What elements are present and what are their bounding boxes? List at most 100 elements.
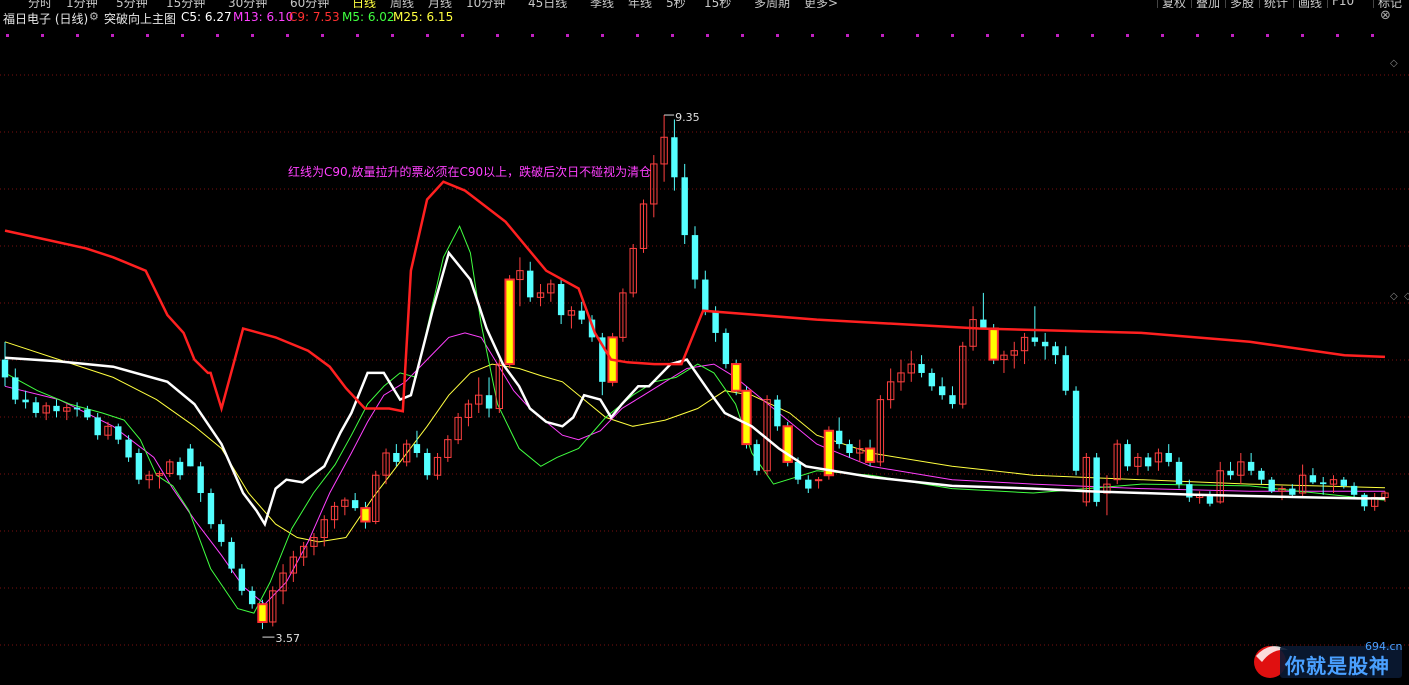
toolbar-button-5[interactable]: F10 bbox=[1327, 0, 1358, 8]
period-tab-2[interactable]: 5分钟 bbox=[116, 0, 148, 8]
indicator-name[interactable]: 突破向上主图 bbox=[104, 10, 176, 27]
top-marker bbox=[811, 34, 814, 37]
candle-body bbox=[115, 426, 122, 440]
top-marker bbox=[251, 34, 254, 37]
low-price-label: 3.57 bbox=[275, 632, 300, 645]
period-tab-3[interactable]: 15分钟 bbox=[166, 0, 205, 8]
scroll-diamond-icon[interactable]: ◇ bbox=[1404, 291, 1409, 302]
candle-body bbox=[712, 310, 719, 333]
indicator-info-bar: 福日电子 (日线) ⚙ 突破向上主图 C5: 6.27 M13: 6.10 C9… bbox=[0, 10, 1409, 28]
top-marker bbox=[1301, 34, 1304, 37]
candle-body bbox=[774, 399, 781, 427]
close-icon[interactable]: ⊗ bbox=[1380, 8, 1391, 23]
top-marker bbox=[356, 34, 359, 37]
candle-body bbox=[176, 461, 184, 476]
breakout-signal-bar bbox=[741, 389, 752, 446]
period-tab-8[interactable]: 月线 bbox=[428, 0, 452, 8]
period-tab-5[interactable]: 60分钟 bbox=[290, 0, 329, 8]
period-tab-9[interactable]: 10分钟 bbox=[466, 0, 505, 8]
scroll-diamond-icon[interactable]: ◇ bbox=[1390, 58, 1398, 69]
top-marker bbox=[566, 34, 569, 37]
candle-body bbox=[794, 461, 802, 480]
breakout-signal-bar bbox=[360, 507, 371, 523]
top-marker bbox=[286, 34, 289, 37]
toolbar-button-6[interactable]: 标记 bbox=[1373, 0, 1406, 8]
candle-body bbox=[671, 137, 678, 178]
top-marker bbox=[181, 34, 184, 37]
breakout-signal-bar bbox=[731, 363, 742, 392]
candle-body bbox=[94, 417, 101, 436]
top-marker bbox=[391, 34, 394, 37]
breakout-signal-bar bbox=[257, 603, 268, 623]
top-marker bbox=[846, 34, 849, 37]
logo-text: 你就是股神 bbox=[1285, 654, 1390, 678]
candle-body bbox=[73, 407, 81, 410]
candle-body bbox=[1227, 470, 1234, 476]
period-tab-12[interactable]: 年线 bbox=[628, 0, 652, 8]
breakout-signal-bar bbox=[988, 327, 999, 361]
candle-body bbox=[197, 466, 204, 494]
top-marker bbox=[1091, 34, 1094, 37]
toolbar-button-0[interactable]: 复权 bbox=[1157, 0, 1190, 8]
top-marker bbox=[1231, 34, 1234, 37]
candle-body bbox=[918, 364, 925, 373]
candle-body bbox=[1052, 346, 1059, 356]
candle-body bbox=[1072, 390, 1080, 471]
logo-domain: 694.cn bbox=[1365, 640, 1403, 653]
stock-name[interactable]: 福日电子 (日线) bbox=[3, 10, 88, 27]
top-marker bbox=[1161, 34, 1164, 37]
chart-annotation: 红线为C90,放量拉升的票必须在C90以上，跌破后次日不碰视为清仓 bbox=[288, 165, 652, 179]
candle-body bbox=[135, 452, 143, 480]
top-marker bbox=[741, 34, 744, 37]
top-marker bbox=[216, 34, 219, 37]
candle-body bbox=[1165, 452, 1172, 462]
candle-body bbox=[22, 399, 29, 403]
candle-body bbox=[125, 439, 132, 458]
candle-body bbox=[413, 444, 421, 453]
period-tab-7[interactable]: 周线 bbox=[390, 0, 414, 8]
period-tab-16[interactable]: 更多> bbox=[804, 0, 838, 8]
period-tab-4[interactable]: 30分钟 bbox=[228, 0, 267, 8]
c90-line bbox=[4, 180, 1386, 414]
candle-body bbox=[1175, 461, 1183, 485]
top-marker bbox=[916, 34, 919, 37]
scroll-diamond-icon[interactable]: ◇ bbox=[1390, 291, 1398, 302]
candle-body bbox=[53, 405, 60, 412]
top-marker bbox=[461, 34, 464, 37]
top-marker bbox=[1056, 34, 1059, 37]
top-marker bbox=[6, 34, 9, 37]
top-marker bbox=[601, 34, 604, 37]
period-tab-15[interactable]: 多周期 bbox=[754, 0, 790, 8]
candle-body bbox=[218, 524, 225, 542]
high-price-label: 9.35 bbox=[675, 111, 700, 124]
period-tab-10[interactable]: 45日线 bbox=[528, 0, 567, 8]
candle-body bbox=[980, 319, 987, 329]
toolbar-button-3[interactable]: 统计 bbox=[1259, 0, 1292, 8]
candle-body bbox=[722, 332, 730, 365]
toolbar-button-2[interactable]: 多股 bbox=[1225, 0, 1258, 8]
candle-body bbox=[1041, 341, 1049, 347]
period-tab-0[interactable]: 分时 bbox=[28, 0, 52, 8]
period-tab-13[interactable]: 5秒 bbox=[666, 0, 686, 8]
top-marker bbox=[41, 34, 44, 37]
candle-body bbox=[691, 235, 699, 280]
period-tab-6[interactable]: 日线 bbox=[352, 0, 376, 8]
top-marker bbox=[321, 34, 324, 37]
top-marker bbox=[1371, 34, 1374, 37]
top-marker bbox=[1196, 34, 1199, 37]
candle-body bbox=[1093, 457, 1100, 502]
toolbar-button-4[interactable]: 画线 bbox=[1293, 0, 1326, 8]
top-marker bbox=[146, 34, 149, 37]
candlestick-chart[interactable]: 9.35 3.57 ◇ ◇ ◇ bbox=[0, 28, 1409, 685]
period-tab-11[interactable]: 季线 bbox=[590, 0, 614, 8]
candle-body bbox=[248, 590, 256, 605]
top-marker bbox=[706, 34, 709, 37]
toolbar-button-1[interactable]: 叠加 bbox=[1191, 0, 1224, 8]
candle-body bbox=[228, 541, 235, 569]
period-tab-1[interactable]: 1分钟 bbox=[66, 0, 98, 8]
candle-body bbox=[578, 310, 585, 320]
period-toolbar: 分时 1分钟 5分钟 15分钟 30分钟 60分钟 日线 周线 月线 10分钟 45日线 季线 年线 5秒… bbox=[0, 0, 1409, 8]
settings-gear-icon[interactable]: ⚙ bbox=[89, 10, 99, 23]
period-tab-14[interactable]: 15秒 bbox=[704, 0, 731, 8]
top-marker bbox=[671, 34, 674, 37]
